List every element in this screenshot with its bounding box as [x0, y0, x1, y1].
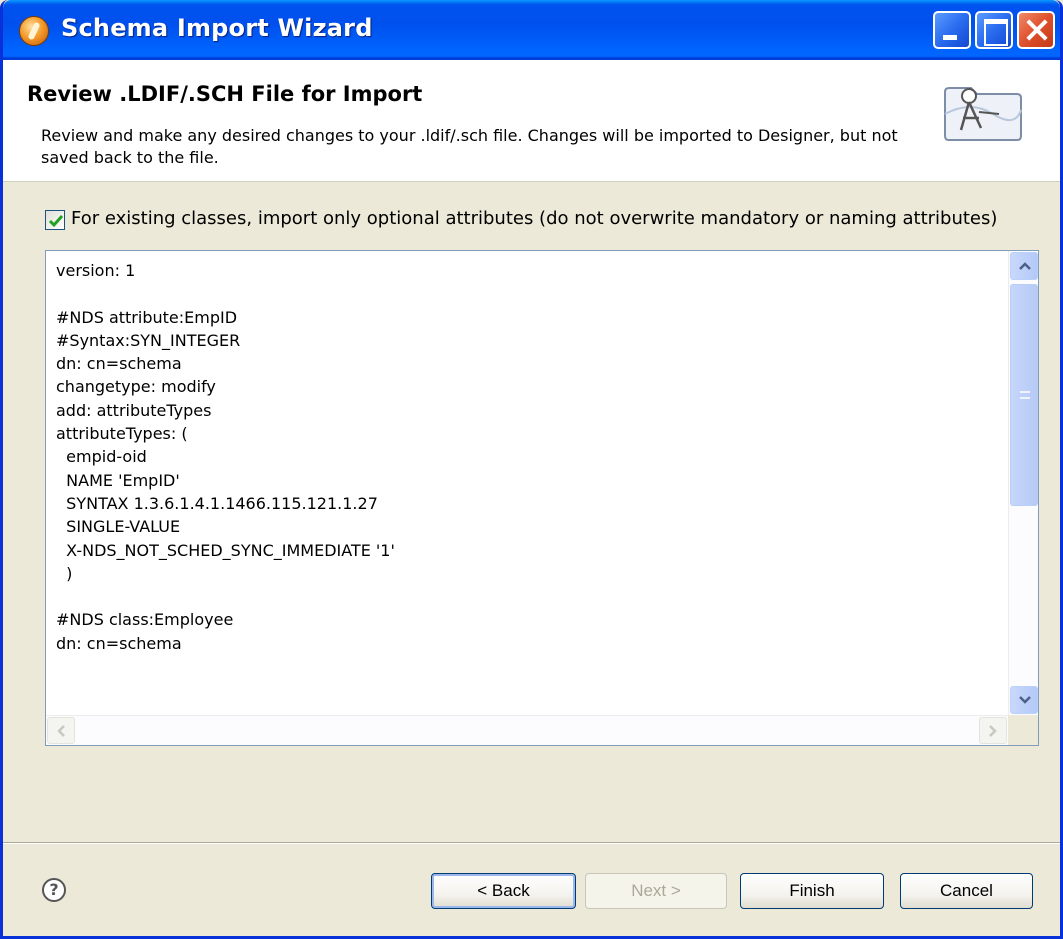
editor-line: version: 1 — [56, 261, 136, 280]
ldif-editor[interactable]: version: 1 #NDS attribute:EmpID #Syntax:S… — [45, 250, 1039, 746]
minimize-button[interactable] — [933, 11, 971, 49]
scrollbar-corner — [1008, 715, 1038, 745]
scroll-up-button[interactable] — [1010, 252, 1038, 280]
page-description: Review and make any desired changes to y… — [41, 126, 898, 167]
page-title: Review .LDIF/.SCH File for Import — [27, 82, 423, 106]
chevron-left-icon — [57, 725, 65, 737]
editor-line: X-NDS_NOT_SCHED_SYNC_IMMEDIATE '1' — [56, 540, 395, 560]
horizontal-scrollbar[interactable] — [46, 715, 1008, 745]
help-icon[interactable]: ? — [42, 878, 66, 902]
maximize-button[interactable] — [975, 11, 1013, 49]
editor-line: #Syntax:SYN_INTEGER — [56, 330, 241, 350]
editor-line: #NDS attribute:EmpID — [56, 307, 238, 327]
editor-line: dn: cn=schema — [56, 633, 182, 653]
check-icon — [48, 215, 64, 228]
editor-line: NAME 'EmpID' — [56, 470, 180, 490]
vertical-scrollbar[interactable] — [1008, 251, 1038, 715]
close-button[interactable] — [1017, 11, 1055, 49]
chevron-right-icon — [989, 725, 997, 737]
scroll-left-button[interactable] — [47, 717, 75, 744]
editor-line: ) — [56, 563, 73, 583]
optional-attributes-label[interactable]: For existing classes, import only option… — [71, 208, 997, 229]
ldif-editor-text[interactable]: version: 1 #NDS attribute:EmpID #Syntax:S… — [56, 259, 1006, 711]
editor-line: SYNTAX 1.3.6.1.4.1.1466.115.121.1.27 — [56, 493, 378, 513]
optional-attributes-checkbox[interactable] — [45, 210, 65, 230]
scroll-grip-icon — [1020, 391, 1030, 399]
chevron-up-icon — [1019, 262, 1031, 270]
editor-line: SINGLE-VALUE — [56, 517, 181, 537]
editor-line: add: attributeTypes — [56, 400, 212, 420]
window-title: Schema Import Wizard — [61, 14, 373, 42]
title-bar[interactable]: Schema Import Wizard — [3, 0, 1060, 60]
editor-line: #NDS class:Employee — [56, 610, 234, 630]
editor-line: dn: cn=schema — [56, 354, 182, 374]
editor-line: changetype: modify — [56, 377, 216, 397]
wizard-banner-icon — [944, 87, 1022, 141]
cancel-button[interactable]: Cancel — [900, 873, 1033, 909]
next-button: Next > — [585, 873, 727, 909]
chevron-down-icon — [1019, 696, 1031, 704]
scroll-down-button[interactable] — [1010, 686, 1038, 714]
finish-button[interactable]: Finish — [740, 873, 884, 909]
editor-line: empid-oid — [56, 447, 147, 467]
wizard-window: Schema Import Wizard Review .LDIF/.SCH F… — [0, 0, 1063, 939]
editor-line: attributeTypes: ( — [56, 424, 188, 444]
app-icon — [19, 16, 49, 46]
scroll-right-button[interactable] — [979, 717, 1007, 744]
footer-divider — [3, 842, 1060, 844]
vertical-scroll-thumb[interactable] — [1010, 284, 1038, 506]
back-button[interactable]: < Back — [431, 873, 576, 909]
